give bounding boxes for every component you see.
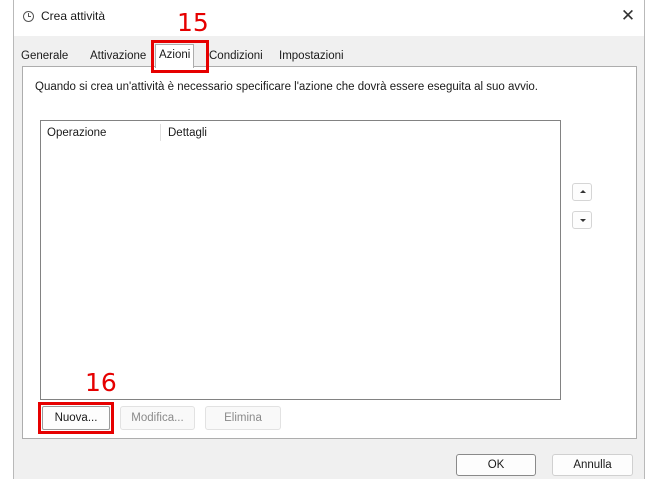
column-separator xyxy=(160,124,161,141)
arrow-up-icon xyxy=(580,190,586,193)
clock-icon xyxy=(23,11,34,22)
delete-action-button[interactable]: Elimina xyxy=(205,406,281,430)
move-up-button[interactable] xyxy=(572,183,592,201)
step-annotation-15: 15 xyxy=(177,8,209,37)
window-title: Crea attività xyxy=(41,9,106,23)
actions-list[interactable]: Operazione Dettagli xyxy=(40,120,561,400)
create-task-dialog: Crea attività ✕ 15 Generale Attivazione … xyxy=(13,0,645,479)
new-action-button-label: Nuova... xyxy=(42,406,110,430)
new-action-button[interactable]: Nuova... xyxy=(38,402,114,434)
move-down-button[interactable] xyxy=(572,211,592,229)
tab-impostazioni[interactable]: Impostazioni xyxy=(276,46,347,66)
ok-button[interactable]: OK xyxy=(456,454,536,476)
cancel-button[interactable]: Annulla xyxy=(552,454,633,476)
tab-strip: Generale Attivazione Azioni Condizioni I… xyxy=(14,44,644,68)
column-header-dettagli[interactable]: Dettagli xyxy=(168,127,207,139)
step-annotation-16: 16 xyxy=(85,368,117,397)
tab-highlight-box xyxy=(151,40,209,73)
close-button[interactable]: ✕ xyxy=(618,6,638,26)
tab-condizioni[interactable]: Condizioni xyxy=(206,46,266,66)
tab-generale[interactable]: Generale xyxy=(18,46,71,66)
actions-description: Quando si crea un'attività è necessario … xyxy=(35,81,539,93)
edit-action-button[interactable]: Modifica... xyxy=(120,406,195,430)
title-bar: Crea attività ✕ xyxy=(14,0,644,36)
tab-attivazione[interactable]: Attivazione xyxy=(87,46,149,66)
column-header-operazione[interactable]: Operazione xyxy=(47,127,106,139)
arrow-down-icon xyxy=(580,219,586,222)
